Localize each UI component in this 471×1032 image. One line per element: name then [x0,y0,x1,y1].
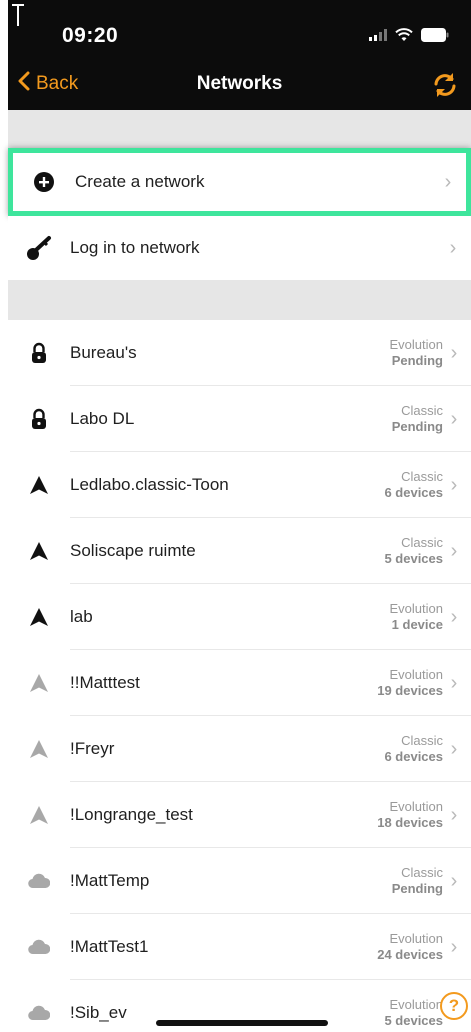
section-spacer [8,280,471,320]
network-name: Soliscape ruimte [70,541,196,560]
battery-icon [421,28,449,42]
chevron-right-icon: › [450,935,458,958]
help-button[interactable]: ? [440,992,468,1020]
chevron-right-icon: › [450,605,458,628]
network-row[interactable]: !!Matttest Evolution 19 devices › [8,650,471,716]
network-type: Evolution [389,666,443,682]
network-type: Evolution [389,336,443,352]
nav-header: 09:20 Back Networks [8,0,471,110]
arrow-up-gray-icon [8,805,70,825]
network-name: !Freyr [70,739,115,758]
network-row[interactable]: !Freyr Classic 6 devices › [8,716,471,782]
lock-icon [8,408,70,430]
network-status: 6 devices [384,749,443,764]
chevron-right-icon: › [450,671,458,694]
network-name: !Longrange_test [70,805,193,824]
network-row[interactable]: Soliscape ruimte Classic 5 devices › [8,518,471,584]
network-name: !MattTest1 [70,937,149,956]
text-cursor-icon [12,4,24,26]
arrow-up-gray-icon [8,739,70,759]
chevron-right-icon: › [450,341,458,364]
network-meta: Classic Pending [392,865,443,898]
network-row[interactable]: lab Evolution 1 device › [8,584,471,650]
arrow-up-icon [8,607,70,627]
cloud-icon [8,1005,70,1021]
signal-icon [369,29,387,41]
network-status: 1 device [391,617,443,632]
network-status: Pending [391,881,443,896]
network-row[interactable]: Bureau's Evolution Pending › [8,320,471,386]
network-type: Classic [401,534,443,550]
chevron-right-icon: › [450,869,458,892]
network-type: Classic [401,864,443,880]
network-name: !MattTemp [70,871,150,890]
section-spacer [8,110,471,148]
chevron-right-icon: › [450,539,458,562]
network-type: Classic [401,402,443,418]
chevron-right-icon: › [449,236,457,259]
chevron-right-icon: › [450,737,458,760]
network-row[interactable]: !MattTemp Classic Pending › [8,848,471,914]
network-status: 6 devices [384,485,443,500]
network-type: Evolution [389,996,443,1012]
page-title: Networks [196,73,283,94]
network-type: Evolution [389,600,443,616]
lock-icon [8,342,70,364]
network-status: Pending [391,419,443,434]
network-type: Evolution [389,798,443,814]
network-name: lab [70,607,93,626]
network-meta: Evolution 19 devices [377,667,443,700]
arrow-up-icon [8,541,70,561]
network-status: 18 devices [377,815,443,830]
network-status: 5 devices [384,551,443,566]
network-meta: Evolution 24 devices [377,931,443,964]
network-row[interactable]: !MattTest1 Evolution 24 devices › [8,914,471,980]
network-name: Bureau's [70,343,137,362]
status-time: 09:20 [62,24,119,47]
network-name: Ledlabo.classic-Toon [70,475,229,494]
chevron-right-icon: › [450,803,458,826]
network-meta: Classic 6 devices [384,469,443,502]
network-type: Classic [401,732,443,748]
cloud-icon [8,939,70,955]
network-row[interactable]: Labo DL Classic Pending › [8,386,471,452]
home-indicator [156,1020,328,1026]
chevron-right-icon: › [450,407,458,430]
key-icon [8,235,70,261]
network-status: 19 devices [377,683,443,698]
sync-icon[interactable] [431,71,459,104]
network-row[interactable]: Ledlabo.classic-Toon Classic 6 devices › [8,452,471,518]
network-meta: Evolution 1 device [390,601,443,634]
network-meta: Evolution 18 devices [377,799,443,832]
network-meta: Classic 6 devices [384,733,443,766]
plus-circle-icon [13,171,75,193]
network-meta: Classic Pending [392,403,443,436]
arrow-up-icon [8,475,70,495]
network-row[interactable]: !Longrange_test Evolution 18 devices › [8,782,471,848]
login-network-row[interactable]: Log in to network › [8,216,471,280]
network-type: Evolution [389,930,443,946]
network-meta: Evolution 5 devices [384,997,443,1030]
network-meta: Classic 5 devices [384,535,443,568]
create-network-row[interactable]: Create a network › [8,148,471,216]
network-meta: Evolution Pending [390,337,443,370]
status-icons [369,28,449,42]
wifi-icon [395,28,413,42]
network-status: Pending [391,353,443,368]
create-network-label: Create a network [75,172,205,191]
chevron-right-icon: › [450,473,458,496]
network-status: 5 devices [384,1013,443,1028]
network-status: 24 devices [377,947,443,962]
chevron-right-icon: › [444,170,452,193]
arrow-up-gray-icon [8,673,70,693]
network-name: Labo DL [70,409,135,428]
network-name: !!Matttest [70,673,140,692]
network-type: Classic [401,468,443,484]
cloud-icon [8,873,70,889]
login-network-label: Log in to network [70,238,200,257]
